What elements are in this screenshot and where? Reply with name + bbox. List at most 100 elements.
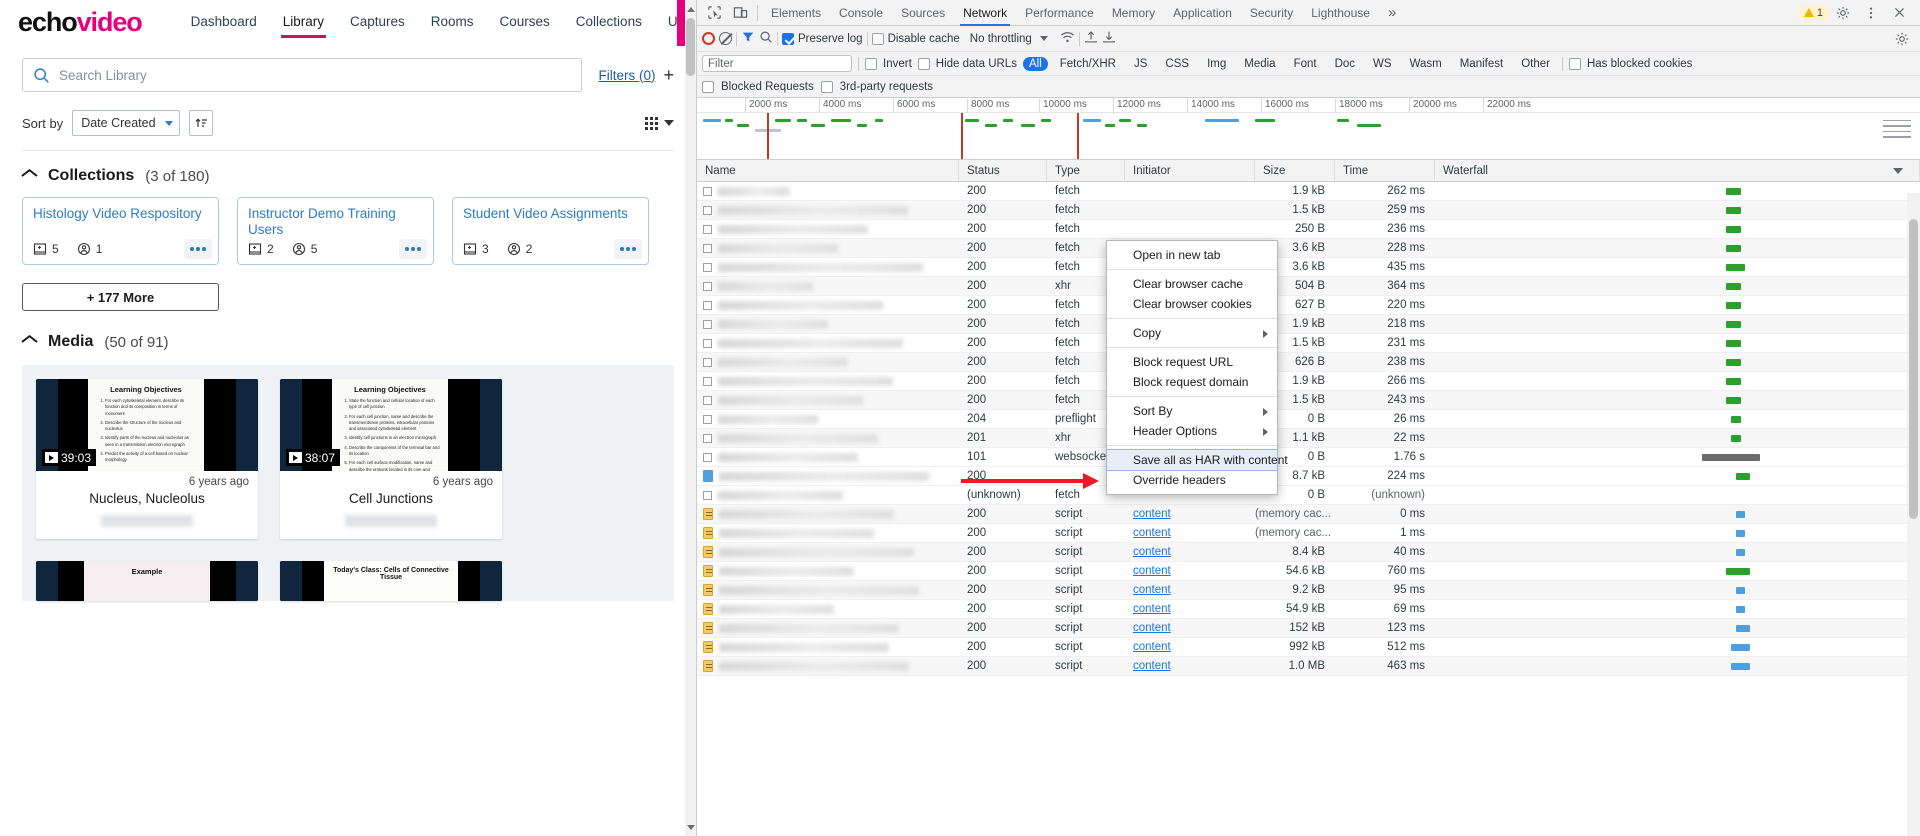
request-checkbox[interactable] xyxy=(703,224,712,234)
type-filter-doc[interactable]: Doc xyxy=(1329,57,1361,71)
warning-badge[interactable]: 1 xyxy=(1798,5,1828,20)
column-header-time[interactable]: Time xyxy=(1335,159,1435,182)
devtools-tab-elements[interactable]: Elements xyxy=(762,0,830,26)
request-checkbox[interactable] xyxy=(703,319,712,329)
request-name-cell[interactable] xyxy=(697,220,959,239)
blocked-requests-checkbox[interactable] xyxy=(702,80,714,93)
devtools-tab-console[interactable]: Console xyxy=(830,0,892,26)
network-request-row[interactable]: 200 script content 1.0 MB 463 ms xyxy=(697,657,1920,676)
network-request-row[interactable]: 200 script content 54.9 kB 69 ms xyxy=(697,600,1920,619)
request-checkbox[interactable] xyxy=(703,395,712,405)
network-request-row[interactable]: 200 script content 152 kB 123 ms xyxy=(697,619,1920,638)
media-card[interactable]: Today's Class: Cells of Connective Tissu… xyxy=(280,561,502,601)
column-header-type[interactable]: Type xyxy=(1047,159,1125,182)
invert-label[interactable]: Invert xyxy=(883,58,912,70)
context-menu-item[interactable]: Header Options xyxy=(1107,421,1277,441)
devtools-tab-security[interactable]: Security xyxy=(1241,0,1302,26)
scroll-up-arrow-icon[interactable] xyxy=(685,2,696,16)
app-scrollbar-thumb[interactable] xyxy=(686,18,695,76)
network-request-row[interactable]: 200 8.7 kB 224 ms xyxy=(697,467,1920,486)
type-filter-fetch-xhr[interactable]: Fetch/XHR xyxy=(1054,57,1122,71)
nav-item-courses[interactable]: Courses xyxy=(487,2,563,42)
collection-card[interactable]: Student Video Assignments 3 2 xyxy=(452,197,649,265)
hide-data-urls-checkbox[interactable] xyxy=(917,57,930,70)
network-request-row[interactable]: 200 fetch 3.6 kB 228 ms xyxy=(697,239,1920,258)
media-card[interactable]: Learning Objectives State the function a… xyxy=(280,379,502,539)
request-name-cell[interactable] xyxy=(697,258,959,277)
request-initiator-cell[interactable]: content xyxy=(1125,600,1255,619)
blocked-requests-label[interactable]: Blocked Requests xyxy=(721,81,814,93)
request-name-cell[interactable] xyxy=(697,543,959,562)
request-name-cell[interactable] xyxy=(697,334,959,353)
scroll-down-arrow-icon[interactable] xyxy=(685,820,696,834)
request-checkbox[interactable] xyxy=(703,452,712,462)
network-request-row[interactable]: 200 script content 9.2 kB 95 ms xyxy=(697,581,1920,600)
nav-item-rooms[interactable]: Rooms xyxy=(418,2,487,42)
filters-link[interactable]: Filters (0) xyxy=(598,68,655,83)
hide-data-urls-label[interactable]: Hide data URLs xyxy=(936,58,1017,70)
collapse-chevron-icon[interactable] xyxy=(22,172,37,181)
request-checkbox[interactable] xyxy=(703,281,712,291)
add-filter-button[interactable]: + xyxy=(663,66,674,84)
filter-funnel-icon[interactable] xyxy=(741,30,755,47)
type-filter-css[interactable]: CSS xyxy=(1159,57,1195,71)
network-request-row[interactable]: 200 script content (memory cac... 0 ms xyxy=(697,505,1920,524)
type-filter-all[interactable]: All xyxy=(1022,56,1048,71)
network-request-row[interactable]: 200 xhr 504 B 364 ms xyxy=(697,277,1920,296)
request-name-cell[interactable] xyxy=(697,581,959,600)
export-har-icon[interactable] xyxy=(1102,30,1116,47)
request-initiator-cell[interactable]: content xyxy=(1125,638,1255,657)
nav-item-library[interactable]: Library xyxy=(270,2,337,42)
request-name-cell[interactable] xyxy=(697,296,959,315)
network-request-row[interactable]: 200 fetch 1.9 kB 266 ms xyxy=(697,372,1920,391)
type-filter-media[interactable]: Media xyxy=(1238,57,1281,71)
context-menu-item[interactable]: Override headers xyxy=(1107,470,1277,490)
type-filter-manifest[interactable]: Manifest xyxy=(1454,57,1509,71)
network-request-row[interactable]: 200 script content 8.4 kB 40 ms xyxy=(697,543,1920,562)
devtools-scrollbar-thumb[interactable] xyxy=(1909,219,1918,519)
request-name-cell[interactable] xyxy=(697,353,959,372)
request-name-cell[interactable] xyxy=(697,239,959,258)
context-menu-item[interactable]: Save all as HAR with content xyxy=(1106,449,1288,471)
type-filter-wasm[interactable]: Wasm xyxy=(1404,57,1448,71)
nav-item-captures[interactable]: Captures xyxy=(337,2,418,42)
type-filter-img[interactable]: Img xyxy=(1201,57,1232,71)
request-checkbox[interactable] xyxy=(703,490,712,500)
media-thumbnail[interactable]: Today's Class: Cells of Connective Tissu… xyxy=(280,561,502,601)
network-overview-timeline[interactable]: 2000 ms 4000 ms 6000 ms 8000 ms 10000 ms… xyxy=(697,98,1920,160)
type-filter-other[interactable]: Other xyxy=(1515,57,1556,71)
echovideo-logo[interactable]: echovideo xyxy=(18,8,143,36)
devtools-tab-lighthouse[interactable]: Lighthouse xyxy=(1302,0,1379,26)
context-menu-item[interactable]: Open in new tab xyxy=(1107,245,1277,265)
collection-card[interactable]: Instructor Demo Training Users 2 5 xyxy=(237,197,434,265)
request-name-cell[interactable] xyxy=(697,429,959,448)
request-checkbox[interactable] xyxy=(703,376,712,386)
context-menu-item[interactable]: Block request URL xyxy=(1107,352,1277,372)
network-request-row[interactable]: 200 fetch 3.6 kB 435 ms xyxy=(697,258,1920,277)
network-request-row[interactable]: 201 xhr 1.1 kB 22 ms xyxy=(697,429,1920,448)
preserve-log-label[interactable]: Preserve log xyxy=(798,33,863,45)
network-request-row[interactable]: 200 fetch 627 B 220 ms xyxy=(697,296,1920,315)
chevron-down-icon[interactable] xyxy=(1893,167,1903,174)
network-request-row[interactable]: 200 fetch 1.5 kB 243 ms xyxy=(697,391,1920,410)
network-request-row[interactable]: 200 fetch 626 B 238 ms xyxy=(697,353,1920,372)
network-context-menu[interactable]: Open in new tab Clear browser cache Clear … xyxy=(1106,240,1288,495)
inspect-element-icon[interactable] xyxy=(701,1,727,25)
devtools-tab-memory[interactable]: Memory xyxy=(1103,0,1164,26)
request-name-cell[interactable] xyxy=(697,372,959,391)
third-party-requests-label[interactable]: 3rd-party requests xyxy=(840,81,933,93)
search-box[interactable] xyxy=(22,58,583,92)
network-request-row[interactable]: 200 script content 54.6 kB 760 ms xyxy=(697,562,1920,581)
disable-cache-label[interactable]: Disable cache xyxy=(888,33,960,45)
more-collections-button[interactable]: + 177 More xyxy=(22,283,219,311)
network-request-row[interactable]: (unknown) fetch 0 B (unknown) xyxy=(697,486,1920,505)
request-checkbox[interactable] xyxy=(703,243,712,253)
disable-cache-checkbox[interactable] xyxy=(871,32,884,45)
has-blocked-cookies-label[interactable]: Has blocked cookies xyxy=(1587,58,1692,70)
devtools-tab-sources[interactable]: Sources xyxy=(892,0,954,26)
request-name-cell[interactable] xyxy=(697,277,959,296)
column-header-initiator[interactable]: Initiator xyxy=(1125,159,1255,182)
network-request-row[interactable]: 101 websocket 0 B 1.76 s xyxy=(697,448,1920,467)
network-request-row[interactable]: 200 fetch 250 B 236 ms xyxy=(697,220,1920,239)
invert-checkbox[interactable] xyxy=(865,57,877,70)
